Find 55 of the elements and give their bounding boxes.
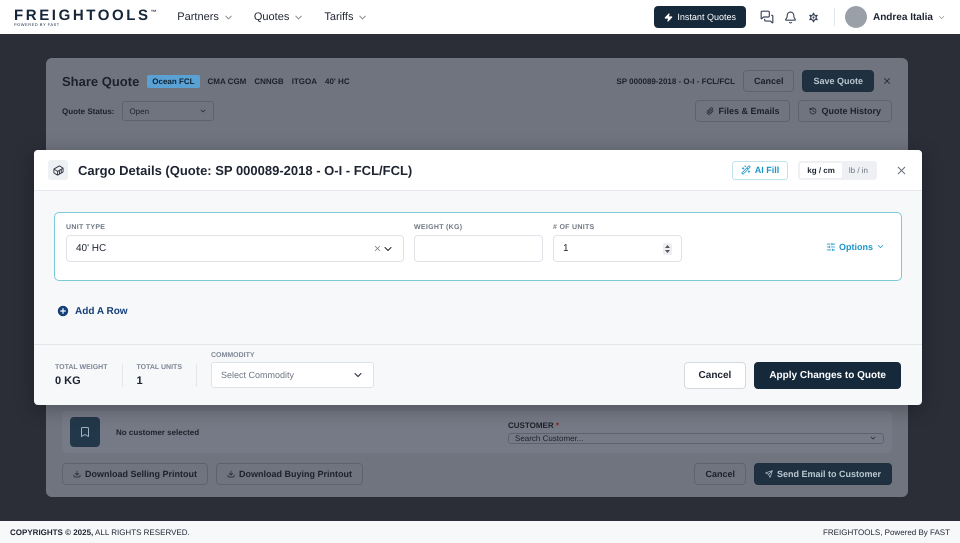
user-menu[interactable]: Andrea Italia	[872, 12, 946, 22]
commodity-select[interactable]: Select Commodity	[211, 362, 374, 388]
download-icon	[227, 470, 235, 478]
route-text: CMA CGM	[208, 76, 246, 86]
sliders-icon	[826, 242, 836, 252]
customer-search-field[interactable]: Search Customer...	[508, 432, 884, 444]
bell-icon[interactable]	[784, 10, 797, 24]
chat-icon[interactable]	[760, 10, 774, 24]
chevron-down-icon	[199, 107, 208, 115]
copyright-text: COPYRIGHTS © 2025, ALL RIGHTS RESERVED.	[10, 528, 190, 536]
boxes-icon	[48, 160, 68, 180]
plus-circle-icon	[56, 304, 70, 318]
paperclip-icon	[706, 107, 714, 115]
nav-menu[interactable]: Quotes	[254, 11, 304, 23]
nav-menu[interactable]: Partners	[177, 11, 234, 23]
panel-title: Share Quote	[62, 74, 140, 88]
clear-icon[interactable]	[373, 244, 382, 253]
settings-icon[interactable]	[806, 10, 820, 24]
status-label: Quote Status:	[62, 106, 114, 116]
nav-menu[interactable]: Tariffs	[324, 11, 368, 23]
mode-badge: Ocean FCL	[147, 74, 200, 88]
instant-quotes-button[interactable]: Instant Quotes	[654, 6, 746, 28]
chevron-down-icon	[876, 242, 885, 251]
lightning-icon	[664, 12, 674, 22]
unit-type-select[interactable]: 40' HC	[66, 235, 404, 262]
close-icon[interactable]	[882, 76, 892, 86]
magic-wand-icon	[740, 165, 751, 175]
stepper-icon[interactable]	[663, 242, 672, 254]
download-icon	[73, 470, 81, 478]
apply-button[interactable]: Apply Changes to Quote	[754, 362, 901, 388]
send-icon	[764, 470, 773, 478]
customer-label: CUSTOMER *	[508, 420, 560, 430]
units-option[interactable]: kg / cm	[800, 162, 842, 178]
dialog-title: Cargo Details (Quote: SP 000089-2018 - O-I - FCL/FCL)	[78, 162, 414, 178]
avatar[interactable]	[844, 6, 867, 28]
route-text: 40' HC	[325, 76, 350, 86]
bookmark-icon	[70, 417, 100, 447]
quote-reference: SP 000089-2018 - O-I - FCL/FCL	[616, 76, 735, 86]
close-button[interactable]	[895, 164, 908, 176]
chevron-down-icon	[869, 434, 877, 442]
credit-text: FREIGHTOOLS, Powered By FAST	[823, 528, 950, 536]
units-input[interactable]: 1	[553, 235, 682, 262]
units-option[interactable]: lb / in	[842, 162, 875, 178]
save-button[interactable]: Save Quote	[802, 70, 874, 92]
route-text: ITGOA	[292, 76, 318, 86]
send-email-button[interactable]: Send Email to Customer	[754, 463, 892, 485]
history-icon	[809, 107, 818, 115]
no-customer-text: No customer selected	[116, 428, 200, 436]
stat-value: 0 KG	[55, 374, 82, 386]
route-text: CNNGB	[254, 76, 284, 86]
cancel-button[interactable]: Cancel	[684, 362, 746, 388]
logo: FREIGHTOOLS$^{™}$	[14, 8, 160, 22]
stat-value: 1	[136, 374, 144, 386]
add-row-button[interactable]: Add A Row	[56, 304, 128, 318]
weight-input[interactable]	[414, 235, 543, 262]
